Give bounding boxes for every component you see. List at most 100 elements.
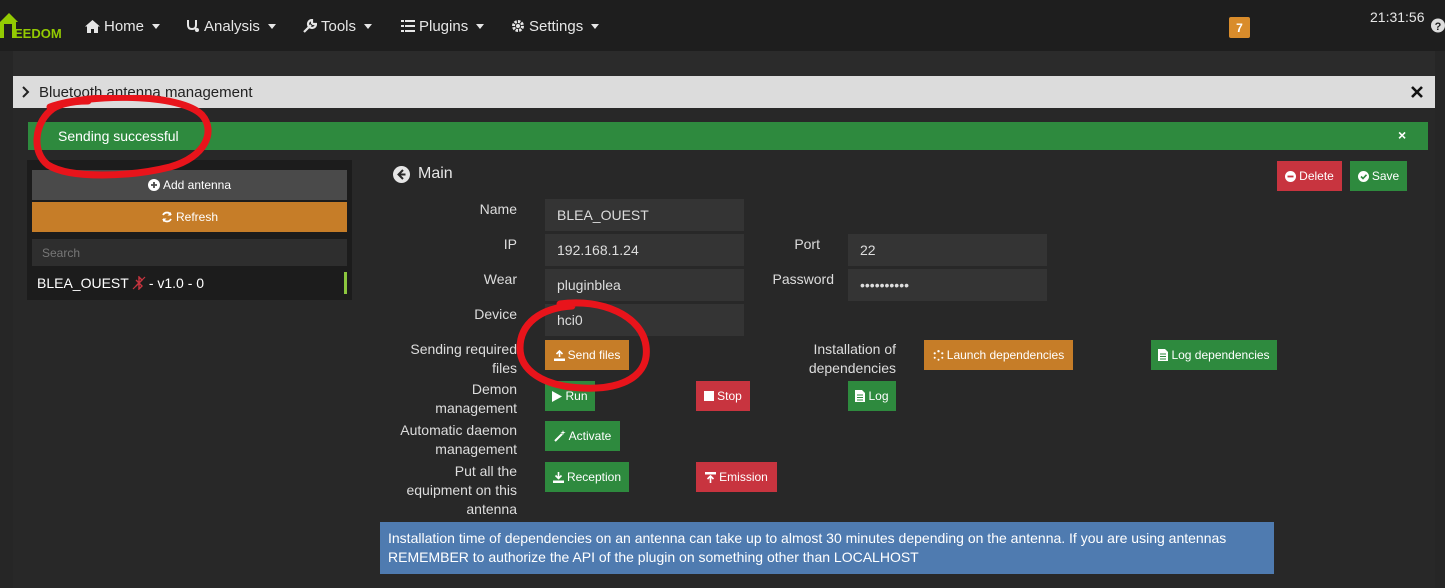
install-deps-label: Installation of dependencies xyxy=(773,340,896,378)
log-button[interactable]: Log xyxy=(848,381,896,411)
demon-management-label: Demon management xyxy=(393,380,517,418)
bluetooth-off-icon xyxy=(132,276,146,290)
file-text-icon xyxy=(855,390,866,402)
notification-badge[interactable]: 7 xyxy=(1229,17,1250,38)
play-icon xyxy=(552,390,563,402)
password-field[interactable]: •••••••••• xyxy=(848,269,1047,301)
add-antenna-button[interactable]: Add antenna xyxy=(32,170,347,200)
alert-close-button[interactable]: × xyxy=(1398,127,1406,143)
nav-tools[interactable]: Tools xyxy=(303,17,373,35)
search-input[interactable] xyxy=(32,239,347,266)
auto-daemon-label: Automatic daemon management xyxy=(383,421,517,459)
name-field[interactable]: BLEA_OUEST xyxy=(545,199,744,231)
minus-circle-icon xyxy=(1285,170,1297,182)
stop-icon xyxy=(704,391,715,401)
logo-text: EEDOM xyxy=(14,26,62,41)
chevron-right-icon[interactable] xyxy=(22,86,30,98)
nav-analysis[interactable]: Analysis xyxy=(186,17,276,35)
put-equipment-label: Put all the equipment on this antenna xyxy=(383,462,517,519)
demon-management-label-line1: Demon xyxy=(471,381,517,397)
home-icon xyxy=(85,19,100,33)
upload-icon xyxy=(553,349,565,361)
help-icon[interactable]: ? xyxy=(1430,17,1445,34)
log-dependencies-button[interactable]: Log dependencies xyxy=(1151,340,1277,370)
close-icon[interactable] xyxy=(1410,85,1424,99)
svg-text:?: ? xyxy=(1435,21,1442,33)
ip-field[interactable]: 192.168.1.24 xyxy=(545,234,744,266)
wrench-icon xyxy=(303,19,317,33)
nav-tools-label: Tools xyxy=(321,17,357,35)
nav-settings-label: Settings xyxy=(529,17,584,35)
put-equipment-label-line1: Put all the xyxy=(454,463,517,479)
download-icon xyxy=(552,471,564,483)
magic-wand-icon xyxy=(553,430,566,442)
nav-settings[interactable]: Settings xyxy=(511,17,600,35)
log-dependencies-label: Log dependencies xyxy=(1171,348,1270,362)
jeedom-logo[interactable]: EEDOM xyxy=(0,8,66,42)
emission-label: Emission xyxy=(719,470,768,484)
background-page-left xyxy=(0,51,13,588)
install-deps-label-line1: Installation of xyxy=(813,341,897,357)
nav-home-label: Home xyxy=(104,17,145,35)
device-label: Device xyxy=(474,306,517,322)
send-files-button[interactable]: Send files xyxy=(545,340,629,370)
delete-label: Delete xyxy=(1299,169,1334,183)
reception-button[interactable]: Reception xyxy=(545,462,629,492)
emission-button[interactable]: Emission xyxy=(696,462,777,492)
gear-icon xyxy=(512,20,524,32)
wear-label: Wear xyxy=(483,271,517,287)
modal-title: Bluetooth antenna management xyxy=(39,84,253,101)
activate-label: Activate xyxy=(568,429,612,443)
upload-icon xyxy=(705,471,717,483)
clock: 21:31:56 xyxy=(1370,9,1425,25)
background-page-right xyxy=(1435,51,1445,588)
name-label: Name xyxy=(479,201,517,217)
spinner-icon xyxy=(933,349,944,361)
back-arrow-icon[interactable] xyxy=(393,165,410,183)
nav-plugins[interactable]: Plugins xyxy=(401,17,485,35)
add-antenna-label: Add antenna xyxy=(162,178,232,192)
send-files-label: Send files xyxy=(567,348,621,362)
antenna-version: - v1.0 - 0 xyxy=(148,275,205,291)
status-indicator xyxy=(344,272,347,294)
antenna-management-modal: Bluetooth antenna management Sending suc… xyxy=(13,76,1435,588)
file-text-icon xyxy=(1158,349,1169,361)
sending-files-label: Sending required files xyxy=(393,340,517,378)
top-navbar: EEDOM Home Analysis Tools Plugins Settin… xyxy=(0,0,1445,51)
refresh-button[interactable]: Refresh xyxy=(32,202,347,232)
stop-button[interactable]: Stop xyxy=(696,381,750,411)
alert-message: Sending successful xyxy=(58,128,179,144)
nav-analysis-label: Analysis xyxy=(204,17,260,35)
log-label: Log xyxy=(868,389,889,403)
sending-files-label-line2: files xyxy=(492,360,517,376)
launch-dependencies-button[interactable]: Launch dependencies xyxy=(924,340,1073,370)
refresh-icon xyxy=(162,211,172,223)
save-button[interactable]: Save xyxy=(1350,161,1407,191)
delete-button[interactable]: Delete xyxy=(1277,161,1342,191)
refresh-label: Refresh xyxy=(175,210,219,224)
main-title: Main xyxy=(393,165,453,183)
port-field[interactable]: 22 xyxy=(848,234,1047,266)
nav-plugins-label: Plugins xyxy=(419,17,469,35)
sending-files-label-line1: Sending required xyxy=(410,341,517,357)
modal-header: Bluetooth antenna management xyxy=(13,76,1435,108)
info-alert: Installation time of dependencies on an … xyxy=(380,522,1274,574)
reception-label: Reception xyxy=(566,470,622,484)
auto-daemon-label-line1: Automatic daemon xyxy=(400,422,517,438)
nav-home[interactable]: Home xyxy=(85,17,161,35)
wear-field[interactable]: pluginblea xyxy=(545,269,744,301)
antenna-name: BLEA_OUEST xyxy=(37,275,129,291)
save-label: Save xyxy=(1371,169,1400,183)
run-button[interactable]: Run xyxy=(545,381,595,411)
stop-label: Stop xyxy=(717,389,742,403)
success-alert: Sending successful × xyxy=(28,122,1428,150)
list-item[interactable]: BLEA_OUEST - v1.0 - 0 xyxy=(32,270,347,296)
launch-dependencies-label: Launch dependencies xyxy=(946,348,1065,362)
run-label: Run xyxy=(565,389,588,403)
device-field[interactable]: hci0 xyxy=(545,304,744,336)
antenna-sidebar: Add antenna Refresh BLEA_OUEST - v1.0 - … xyxy=(27,160,352,300)
password-label: Password xyxy=(772,271,834,287)
auto-daemon-label-line2: management xyxy=(435,441,517,457)
activate-button[interactable]: Activate xyxy=(545,421,620,451)
plus-circle-icon xyxy=(147,179,160,191)
